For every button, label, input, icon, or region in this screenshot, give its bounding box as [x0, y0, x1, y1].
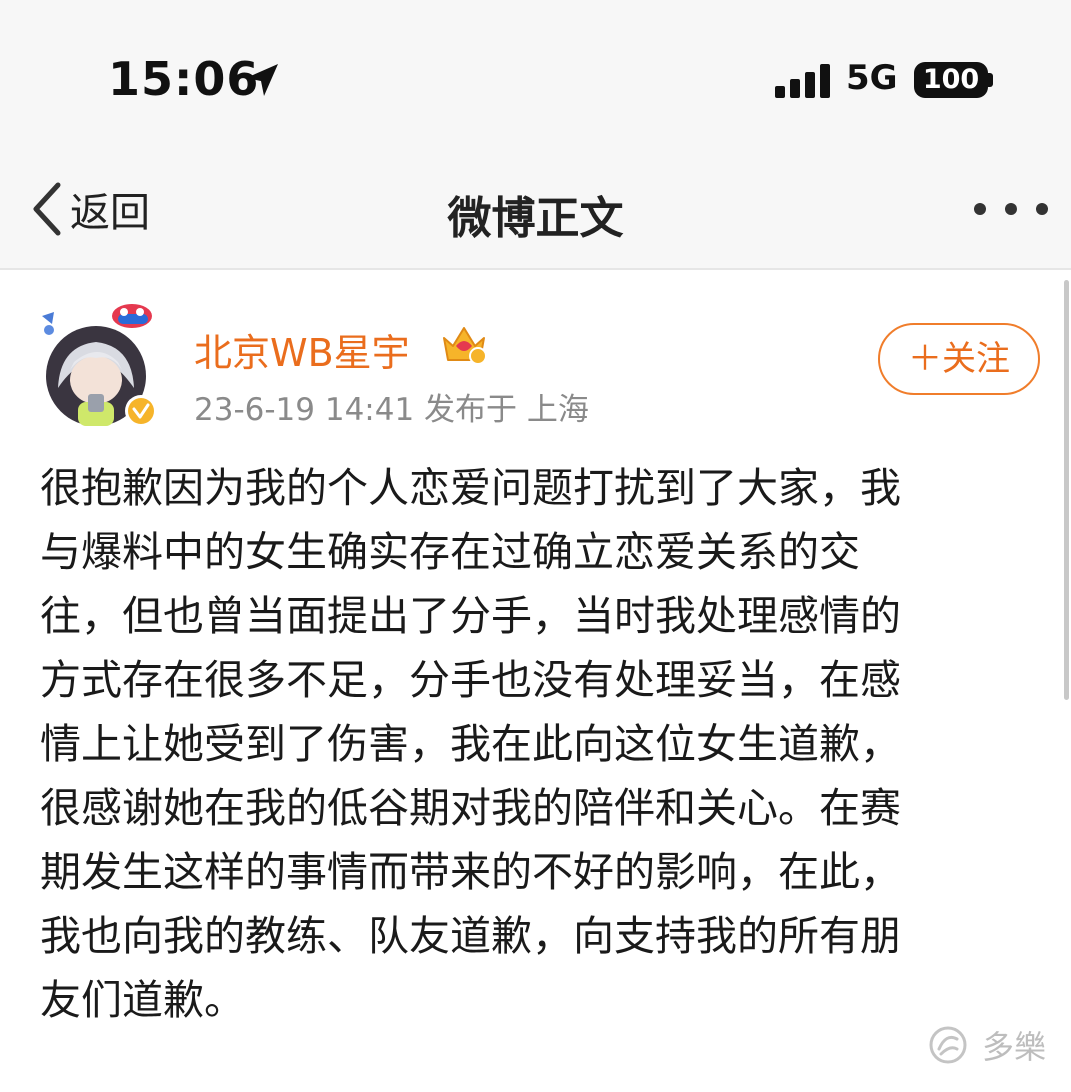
location-arrow-icon — [242, 60, 282, 100]
header-divider — [0, 268, 1071, 270]
battery-icon: 100 — [914, 62, 988, 98]
crown-badge-icon — [442, 324, 487, 366]
post-meta: 23-6-19 14:41 发布于 上海 — [194, 392, 589, 428]
verified-badge-icon — [125, 395, 157, 427]
post-line: 我也向我的教练、队友道歉，向支持我的所有朋 — [40, 912, 901, 960]
signal-icon — [775, 64, 831, 98]
post-line: 情上让她受到了伤害，我在此向这位女生道歉， — [40, 720, 901, 768]
post-line: 友们道歉。 — [40, 976, 245, 1024]
watermark-logo-icon — [929, 1026, 967, 1064]
post-body: 很抱歉因为我的个人恋爱问题打扰到了大家，我 与爆料中的女生确实存在过确立恋爱关系… — [40, 456, 1040, 1032]
network-type: 5G — [846, 58, 898, 98]
post-line: 方式存在很多不足，分手也没有处理妥当，在感 — [40, 656, 901, 704]
post-line: 很抱歉因为我的个人恋爱问题打扰到了大家，我 — [40, 464, 901, 512]
post-line: 与爆料中的女生确实存在过确立恋爱关系的交 — [40, 528, 860, 576]
battery-tip — [988, 73, 993, 87]
username[interactable]: 北京WB星宇 — [194, 322, 410, 377]
page-title: 微博正文 — [447, 193, 624, 244]
watermark-text: 多樂 — [982, 1028, 1047, 1066]
post-line: 期发生这样的事情而带来的不好的影响，在此， — [40, 848, 901, 896]
watermark: 多樂 — [928, 1022, 1046, 1068]
scrollbar[interactable] — [1064, 280, 1069, 700]
avatar[interactable] — [38, 304, 157, 427]
status-time: 15:06 — [108, 52, 260, 106]
post-line: 很感谢她在我的低谷期对我的陪伴和关心。在赛 — [40, 784, 901, 832]
more-dots-icon[interactable] — [974, 194, 1048, 224]
post-line: 往，但也曾当面提出了分手，当时我处理感情的 — [40, 592, 901, 640]
follow-button[interactable]: ＋关注 — [878, 323, 1040, 395]
